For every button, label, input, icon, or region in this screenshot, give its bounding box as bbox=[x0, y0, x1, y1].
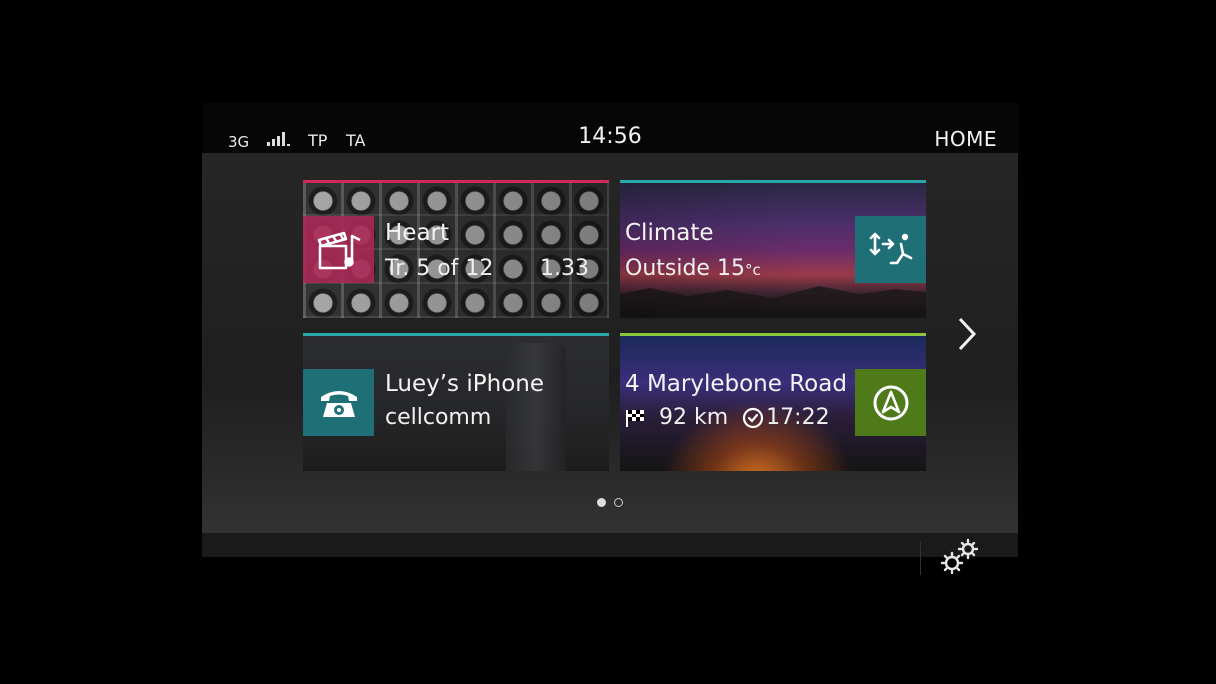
clock-icon bbox=[743, 407, 764, 428]
phone-icon bbox=[320, 390, 357, 417]
media-track-info: Tr. 5 of 12 bbox=[385, 256, 494, 281]
nav-eta: 17:22 bbox=[766, 405, 830, 430]
phone-tile[interactable]: Luey’s iPhone cellcomm bbox=[303, 333, 609, 471]
climate-icon-box bbox=[855, 216, 926, 283]
home-content: Heart Tr. 5 of 12 1.33 Climate Outside 1… bbox=[202, 153, 1018, 533]
media-tile[interactable]: Heart Tr. 5 of 12 1.33 bbox=[303, 180, 609, 318]
nav-destination: 4 Marylebone Road bbox=[625, 371, 847, 397]
home-label[interactable]: HOME bbox=[934, 127, 997, 151]
media-title: Heart bbox=[385, 220, 450, 246]
nav-icon-box bbox=[855, 369, 926, 436]
climate-tile[interactable]: Climate Outside 15°c bbox=[620, 180, 926, 318]
bottom-divider bbox=[920, 541, 921, 575]
bottom-bar bbox=[202, 533, 1018, 557]
infotainment-screen: 3G TP TA 14:56 HOME Heart Tr. 5 of 12 1.… bbox=[202, 103, 1018, 575]
status-bar: 3G TP TA 14:56 HOME bbox=[202, 103, 1018, 153]
chevron-right-icon[interactable] bbox=[954, 316, 980, 352]
phone-carrier: cellcomm bbox=[385, 405, 492, 430]
climate-temp-unit: °c bbox=[744, 261, 761, 279]
climate-title: Climate bbox=[625, 220, 714, 246]
page-indicator bbox=[202, 498, 1018, 507]
media-clapper-note-icon bbox=[317, 231, 361, 269]
climate-outside-value: Outside 15 bbox=[625, 256, 745, 281]
navigation-tile[interactable]: 4 Marylebone Road 92 km 17:22 bbox=[620, 333, 926, 471]
page-dot-1[interactable] bbox=[597, 498, 606, 507]
climate-airflow-icon bbox=[869, 232, 912, 264]
climate-outside-temp: Outside 15°c bbox=[625, 256, 761, 281]
gear-icon[interactable] bbox=[938, 537, 982, 577]
phone-icon-box bbox=[303, 369, 374, 436]
phone-device-name: Luey’s iPhone bbox=[385, 371, 544, 397]
media-duration: 1.33 bbox=[540, 256, 589, 281]
clock-time: 14:56 bbox=[578, 124, 642, 149]
nav-distance: 92 km bbox=[659, 405, 729, 430]
page-dot-2[interactable] bbox=[614, 498, 623, 507]
checkered-flag-icon bbox=[626, 409, 644, 427]
nav-trip-info: 92 km 17:22 bbox=[625, 405, 830, 430]
phone-booth-image bbox=[506, 343, 566, 471]
navigation-arrow-icon bbox=[873, 385, 908, 420]
media-icon-box bbox=[303, 216, 374, 283]
